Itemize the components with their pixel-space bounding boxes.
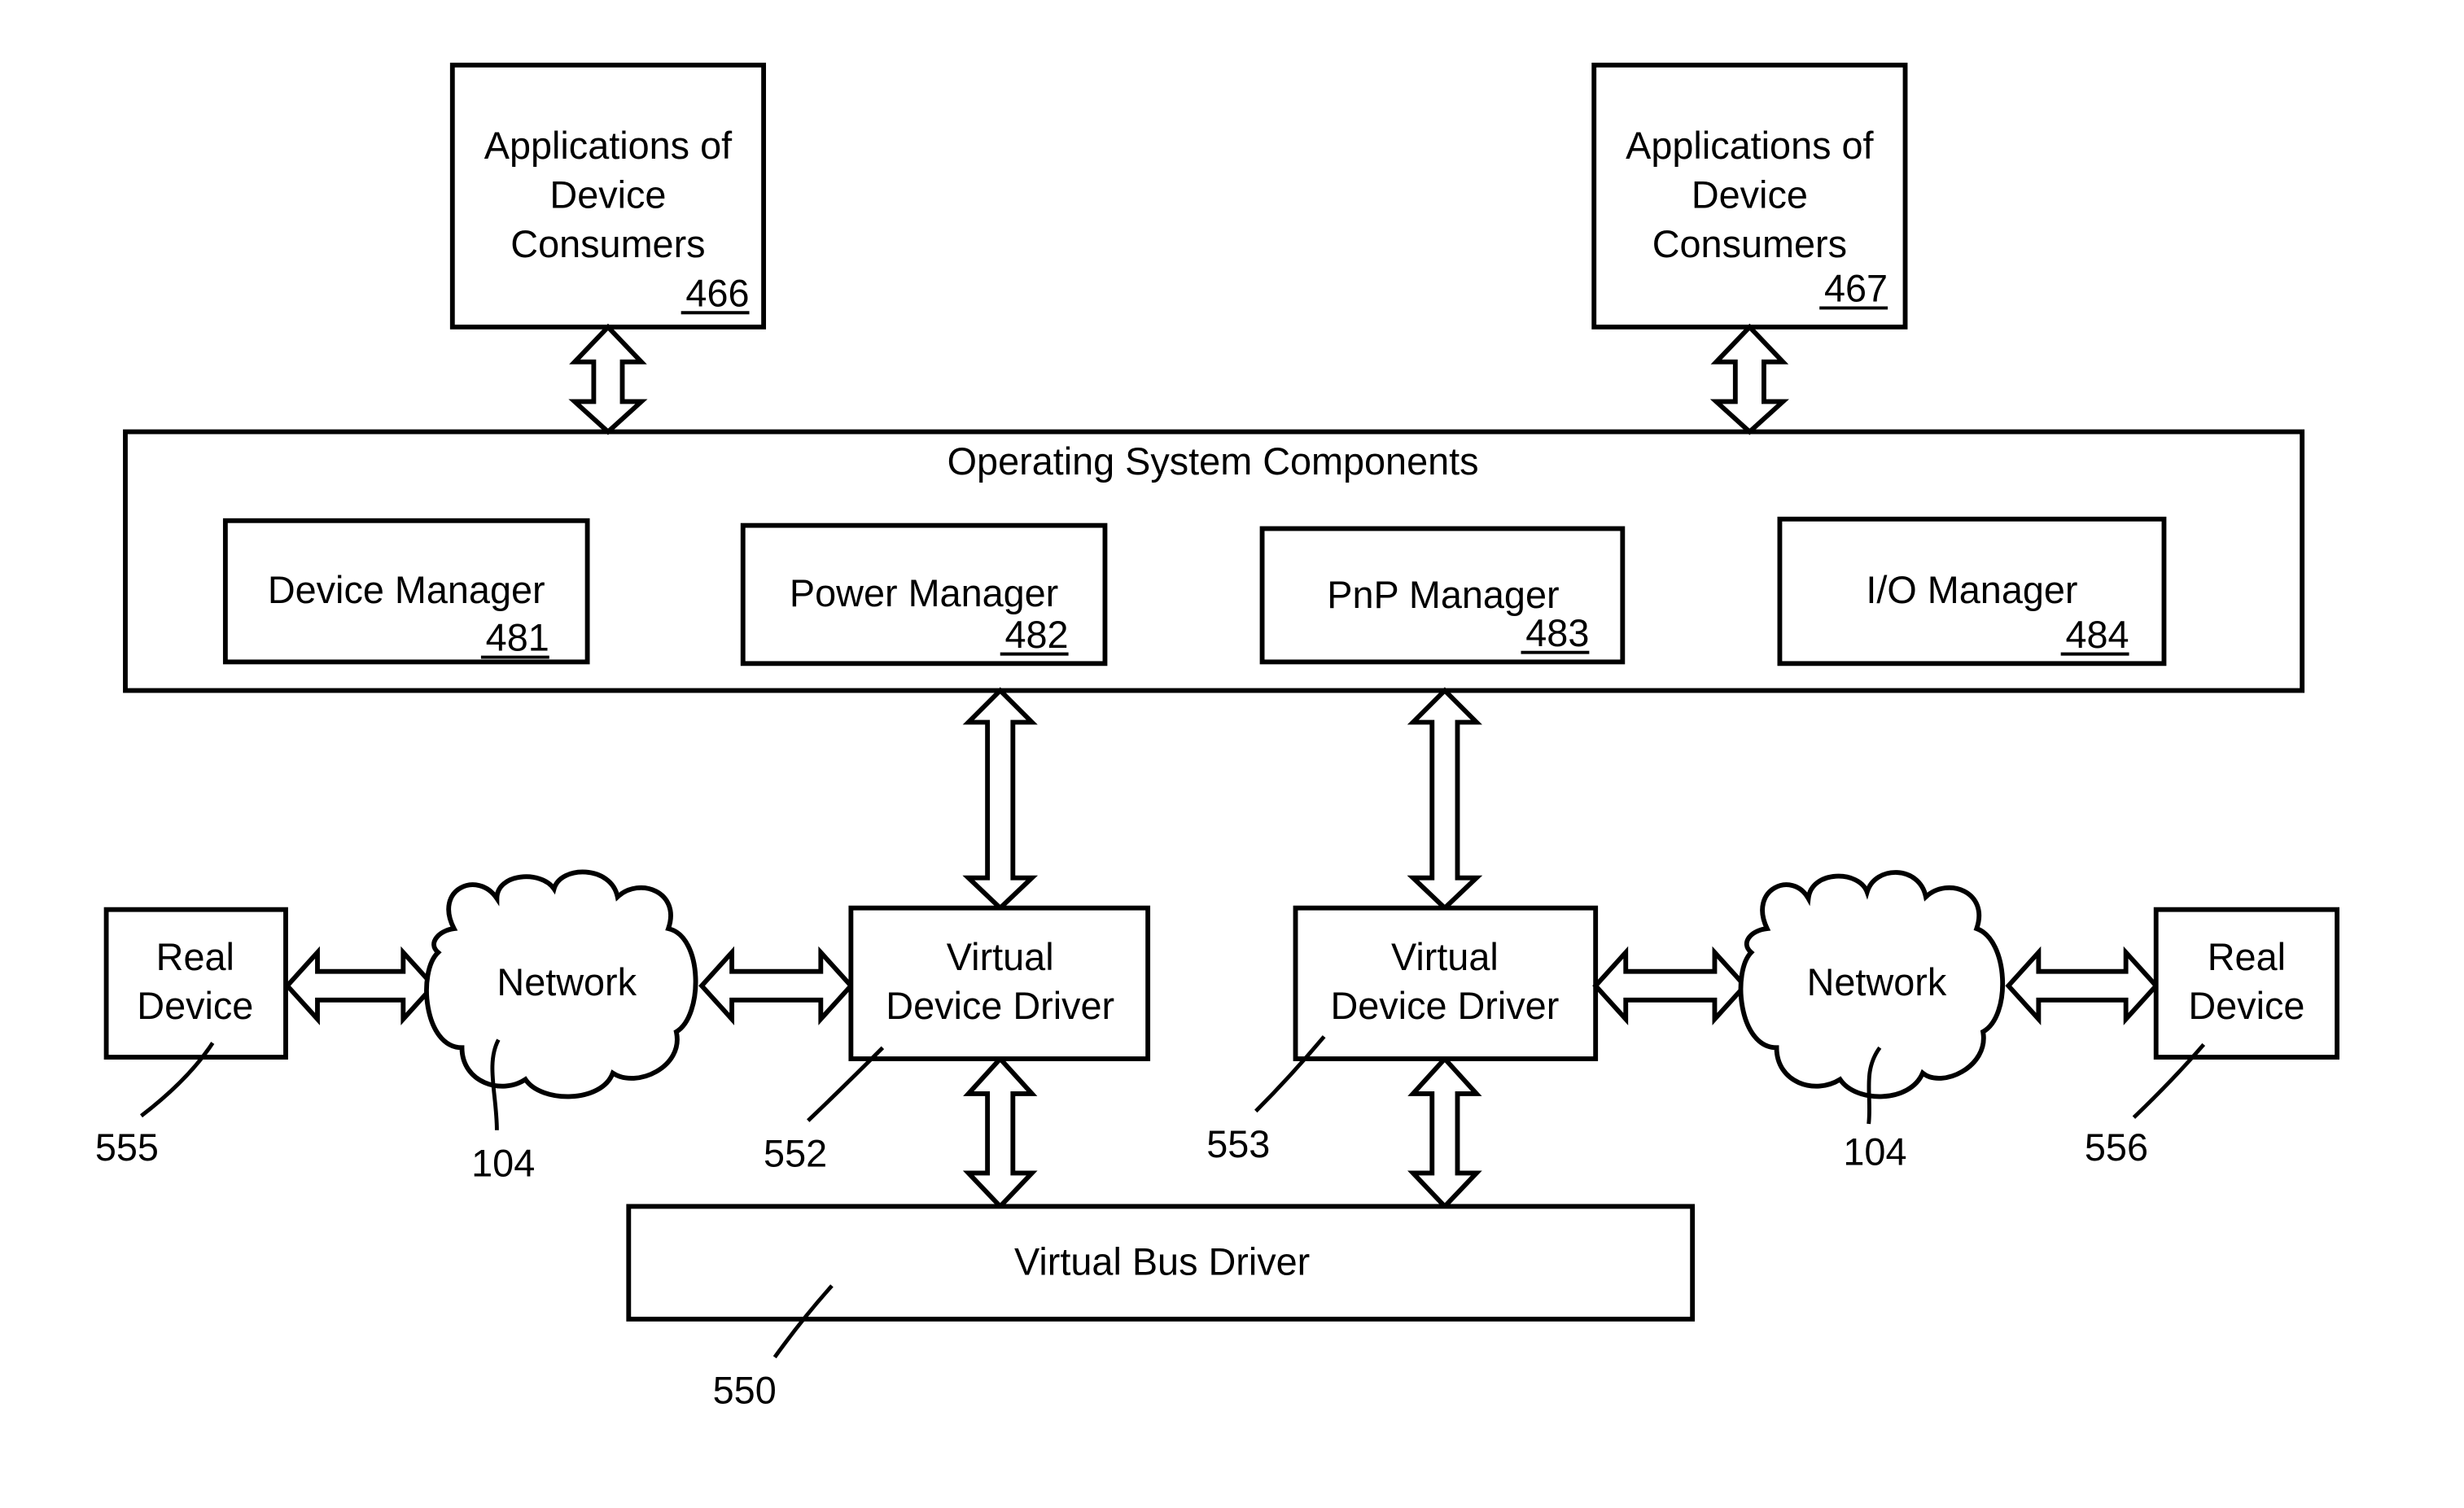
virtual-device-driver-left: Virtual Device Driver 552 [764,905,1151,1175]
double-arrow-network-vdd-left [698,946,855,1025]
power-manager-label: Power Manager [790,572,1058,614]
real-device-left-ref: 555 [95,1126,159,1169]
network-left-ref: 104 [471,1142,535,1184]
apps-right-line1: Applications of [1626,125,1874,167]
leader-line-552 [807,1046,885,1122]
real-device-left-line2: Device [137,985,253,1027]
vdd-right-line2: Device Driver [1330,985,1559,1027]
vdd-left-line2: Device Driver [886,985,1114,1027]
apps-left-line3: Consumers [510,223,705,265]
os-components: Operating System Components Device Manag… [123,429,2305,693]
double-arrow-apps-right-os [1709,323,1789,435]
apps-left-line2: Device [549,174,666,216]
device-manager-label: Device Manager [268,569,545,611]
io-manager-label: I/O Manager [1866,569,2077,611]
real-device-right: Real Device 556 [2085,907,2339,1169]
virtual-bus-driver-ref: 550 [713,1369,777,1411]
apps-left-line1: Applications of [484,125,733,167]
network-right-ref: 104 [1843,1131,1906,1174]
vdd-left-box [848,905,1151,1061]
real-device-left-box [103,907,288,1060]
vdd-right-box [1293,905,1599,1061]
double-arrow-vdd-network-right [1592,946,1748,1025]
real-device-left-line1: Real [156,936,234,978]
apps-right-ref: 467 [1824,268,1888,310]
power-manager-ref: 482 [1005,614,1069,656]
power-manager: Power Manager 482 [740,522,1108,667]
network-right-label: Network [1807,961,1947,1003]
pnp-manager: PnP Manager 483 [1259,526,1626,665]
double-arrow-os-vdd-left [962,687,1039,911]
double-arrow-apps-left-os [568,323,648,435]
apps-left-ref: 466 [685,272,749,314]
double-arrow-network-device-right [2005,946,2160,1025]
virtual-device-driver-right: Virtual Device Driver 553 [1206,905,1599,1165]
apps-right-line2: Device [1692,174,1808,216]
io-manager: I/O Manager 484 [1777,516,2167,667]
leader-line-553 [1254,1035,1326,1113]
real-device-right-line2: Device [2188,985,2304,1027]
network-right: Network 104 [1738,870,2005,1174]
vdd-right-line1: Virtual [1391,936,1499,978]
device-manager: Device Manager 481 [222,518,590,665]
double-arrow-vdd-left-bus [962,1055,1038,1210]
real-device-left: Real Device 555 [95,907,288,1169]
real-device-right-ref: 556 [2085,1126,2148,1169]
apps-device-consumers-right: Applications of Device Consumers 467 [1591,63,1908,330]
real-device-right-line1: Real [2208,936,2286,978]
io-manager-ref: 484 [2065,614,2129,656]
double-arrow-os-vdd-right [1407,687,1483,911]
pnp-manager-ref: 483 [1525,612,1589,654]
double-arrow-vdd-right-bus [1407,1055,1482,1210]
pnp-manager-label: PnP Manager [1327,574,1559,616]
apps-device-consumers-left: Applications of Device Consumers 466 [449,63,767,330]
vdd-right-ref: 553 [1206,1123,1270,1165]
architecture-diagram: Applications of Device Consumers 466 App… [95,63,2339,1411]
vdd-left-ref: 552 [764,1133,827,1175]
device-manager-ref: 481 [486,617,549,659]
apps-right-line3: Consumers [1652,223,1847,265]
real-device-right-box [2153,907,2339,1060]
virtual-bus-driver: Virtual Bus Driver 550 [626,1204,1696,1411]
network-left-label: Network [497,961,637,1003]
double-arrow-device-network-left [283,946,437,1025]
network-left: Network 104 [424,869,698,1184]
os-components-title: Operating System Components [948,440,1479,483]
vdd-left-line1: Virtual [947,936,1054,978]
virtual-bus-driver-label: Virtual Bus Driver [1014,1240,1310,1283]
